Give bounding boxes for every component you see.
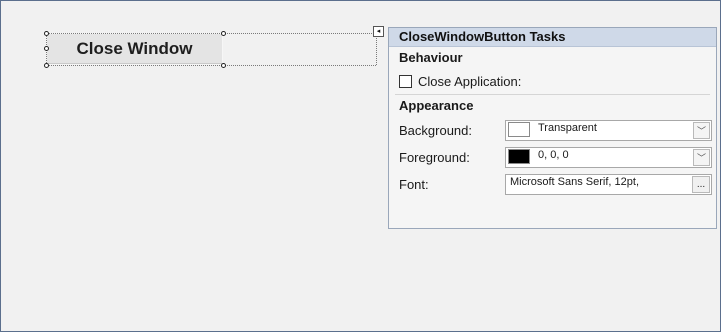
close-application-label: Close Application:	[418, 74, 522, 89]
smart-tag-glyph: ◂	[376, 28, 381, 35]
font-row: Font: Microsoft Sans Serif, 12pt, ...	[389, 171, 716, 198]
font-field[interactable]: Microsoft Sans Serif, 12pt, ...	[505, 174, 712, 195]
close-application-row[interactable]: Close Application:	[389, 69, 716, 94]
background-color-swatch	[508, 122, 530, 137]
panel-title: CloseWindowButton Tasks	[389, 28, 716, 47]
section-appearance-title: Appearance	[399, 98, 474, 113]
close-window-button-label: Close Window	[76, 39, 193, 58]
section-behaviour-title: Behaviour	[399, 50, 463, 65]
foreground-dropdown-button[interactable]: ﹀	[693, 149, 710, 166]
selection-border-bottom	[46, 65, 376, 66]
smart-tag-arrow-icon[interactable]: ◂	[373, 26, 384, 37]
chevron-down-icon: ﹀	[696, 153, 706, 163]
close-window-button[interactable]: Close Window	[46, 33, 223, 65]
chevron-down-icon: ﹀	[696, 126, 706, 136]
resize-grip-top-left[interactable]	[44, 31, 49, 36]
foreground-dropdown[interactable]: 0, 0, 0 ﹀	[505, 147, 712, 168]
selection-border-top	[46, 33, 376, 34]
background-dropdown-button[interactable]: ﹀	[693, 122, 710, 139]
background-row: Background: Transparent ﹀	[389, 117, 716, 144]
foreground-row: Foreground: 0, 0, 0 ﹀	[389, 144, 716, 171]
resize-grip-top-middle[interactable]	[221, 31, 226, 36]
form-design-surface[interactable]: Close Window ◂ CloseWindowButton Tasks B…	[0, 0, 721, 332]
font-value: Microsoft Sans Serif, 12pt,	[510, 176, 639, 188]
background-dropdown[interactable]: Transparent ﹀	[505, 120, 712, 141]
font-label: Font:	[399, 177, 429, 192]
smart-tag-panel: CloseWindowButton Tasks Behaviour Close …	[388, 27, 717, 229]
foreground-color-swatch	[508, 149, 530, 164]
resize-grip-middle-left[interactable]	[44, 46, 49, 51]
resize-grip-bottom-left[interactable]	[44, 63, 49, 68]
ellipsis-icon: ...	[696, 179, 706, 190]
resize-grip-bottom-middle[interactable]	[221, 63, 226, 68]
font-ellipsis-button[interactable]: ...	[692, 176, 710, 193]
background-value: Transparent	[538, 122, 597, 134]
foreground-value: 0, 0, 0	[538, 149, 569, 161]
selection-border-right	[376, 33, 377, 65]
foreground-label: Foreground:	[399, 150, 470, 165]
background-label: Background:	[399, 123, 472, 138]
close-application-checkbox[interactable]	[399, 75, 412, 88]
